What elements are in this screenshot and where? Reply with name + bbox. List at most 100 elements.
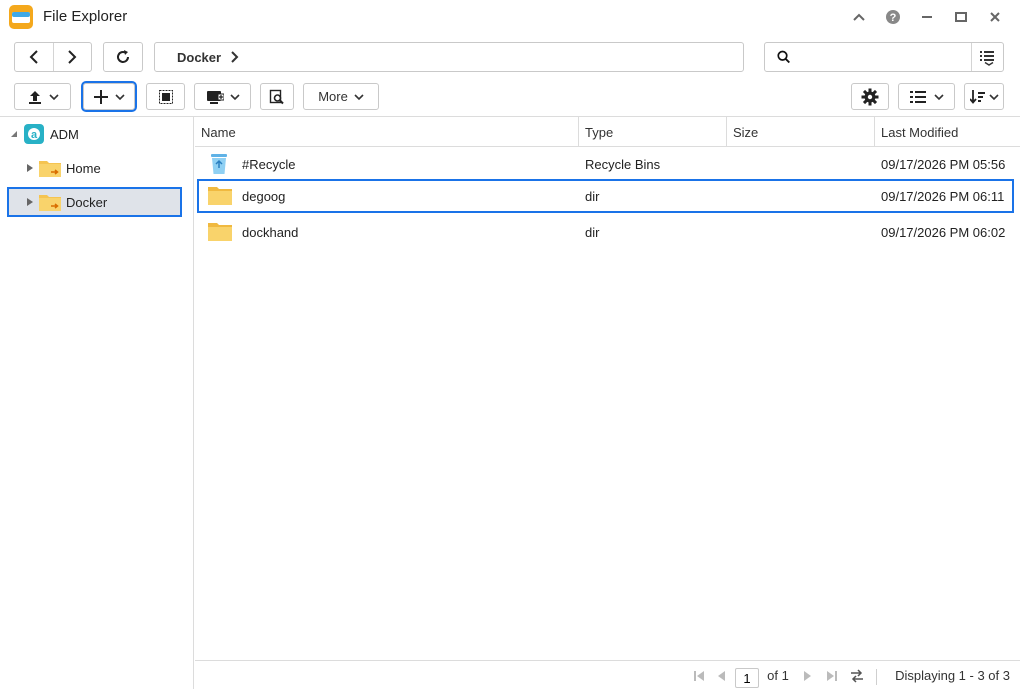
refresh-icon [117, 50, 129, 63]
shared-folder-icon [39, 195, 61, 211]
select-all-icon [158, 89, 173, 104]
page-number-input[interactable] [735, 668, 759, 688]
search-options-button[interactable] [970, 43, 1003, 71]
window-controls: ? [848, 6, 1006, 28]
breadcrumb[interactable]: Docker [154, 42, 744, 72]
column-header-type[interactable]: Type [579, 117, 727, 147]
minimize-button[interactable] [916, 6, 938, 28]
help-icon: ? [886, 10, 900, 24]
title-bar: File Explorer ? [0, 0, 1020, 34]
folder-tree: a ADM Home Docker [0, 117, 194, 689]
file-modified: 09/17/2026 PM 05:56 [881, 156, 1006, 172]
file-modified: 09/17/2026 PM 06:11 [881, 188, 1005, 204]
more-button[interactable]: More [303, 83, 379, 110]
upload-button[interactable] [14, 83, 71, 110]
chevron-up-icon [853, 13, 865, 21]
file-explorer-window: File Explorer ? Docker More a ADM Home D… [0, 0, 1020, 689]
expanded-arrow-icon[interactable] [10, 130, 18, 138]
column-header-modified[interactable]: Last Modified [875, 117, 1020, 147]
page-count: of 1 [767, 668, 789, 683]
column-header-size[interactable]: Size [727, 117, 875, 147]
file-type: dir [585, 224, 600, 240]
file-name: degoog [242, 188, 286, 204]
search-box [764, 42, 1004, 72]
search-input[interactable] [790, 43, 971, 71]
filter-list-icon [980, 51, 995, 66]
refresh-button[interactable] [103, 42, 143, 72]
file-search-icon [269, 89, 284, 104]
chevron-right-icon [68, 50, 77, 64]
close-button[interactable] [984, 6, 1006, 28]
display-count: Displaying 1 - 3 of 3 [895, 668, 1010, 683]
swap-arrows-icon [851, 668, 863, 683]
tree-root-adm[interactable]: a ADM [10, 123, 79, 145]
remote-connection-button[interactable] [194, 83, 251, 110]
first-page-button[interactable] [691, 661, 707, 689]
previous-page-button[interactable] [713, 661, 729, 689]
file-size [733, 147, 873, 181]
collapse-button[interactable] [848, 6, 870, 28]
preview-button[interactable] [260, 83, 294, 110]
table-row[interactable]: #Recycle Recycle Bins 09/17/2026 PM 05:5… [195, 147, 1020, 181]
adm-logo-icon: a [24, 124, 44, 144]
file-type: dir [585, 188, 600, 204]
close-icon [990, 12, 1000, 22]
folder-icon [208, 187, 232, 205]
file-modified: 09/17/2026 PM 06:02 [881, 224, 1006, 240]
tree-item-label: Home [66, 160, 101, 176]
folder-icon [208, 223, 232, 241]
table-row[interactable]: dockhand dir 09/17/2026 PM 06:02 [195, 215, 1020, 249]
previous-page-icon [718, 670, 725, 681]
collapsed-arrow-icon[interactable] [27, 164, 33, 172]
file-name: #Recycle [242, 156, 296, 172]
select-all-button[interactable] [146, 83, 185, 110]
first-page-icon [694, 670, 704, 681]
network-drive-icon [206, 90, 224, 104]
column-header-name[interactable]: Name [195, 117, 579, 147]
minimize-icon [922, 16, 932, 18]
tree-item-home[interactable]: Home [27, 157, 101, 179]
tree-item-docker[interactable]: Docker [27, 191, 107, 213]
chevron-down-icon [933, 93, 944, 100]
back-button[interactable] [15, 43, 53, 71]
chevron-right-icon [231, 51, 239, 63]
last-page-button[interactable] [824, 661, 840, 689]
file-type: Recycle Bins [585, 156, 661, 172]
maximize-button[interactable] [950, 6, 972, 28]
chevron-down-icon [988, 93, 999, 100]
file-size [733, 215, 873, 249]
tree-item-label: Docker [66, 194, 108, 210]
sort-icon [969, 89, 985, 104]
toolbar: More [0, 81, 1020, 112]
chevron-down-icon [354, 93, 364, 100]
view-mode-button[interactable] [898, 83, 955, 110]
gear-icon [861, 88, 879, 105]
tree-root-label: ADM [50, 126, 79, 142]
search-icon [777, 50, 790, 64]
status-bar: of 1 Displaying 1 - 3 of 3 [195, 660, 1020, 689]
plus-icon [94, 89, 108, 104]
reload-list-button[interactable] [848, 661, 866, 689]
navigation-bar: Docker [0, 41, 1020, 73]
file-name: dockhand [242, 224, 299, 240]
history-nav-group [14, 42, 92, 72]
last-page-icon [827, 670, 837, 681]
maximize-icon [955, 12, 967, 22]
file-list-header: Name Type Size Last Modified [195, 117, 1020, 147]
sort-button[interactable] [964, 83, 1004, 110]
chevron-left-icon [29, 50, 38, 64]
upload-icon [28, 90, 41, 104]
svg-text:a: a [31, 129, 38, 141]
help-button[interactable]: ? [882, 6, 904, 28]
next-page-button[interactable] [800, 661, 816, 689]
window-title: File Explorer [43, 8, 128, 25]
chevron-down-icon [229, 93, 240, 100]
chevron-down-icon [48, 93, 59, 100]
forward-button[interactable] [53, 43, 91, 71]
breadcrumb-item-docker[interactable]: Docker [177, 50, 221, 65]
new-item-button[interactable] [81, 81, 137, 112]
table-row[interactable]: degoog dir 09/17/2026 PM 06:11 [197, 179, 1014, 213]
settings-button[interactable] [851, 83, 889, 110]
recycle-bin-icon [211, 154, 227, 174]
collapsed-arrow-icon[interactable] [27, 198, 33, 206]
